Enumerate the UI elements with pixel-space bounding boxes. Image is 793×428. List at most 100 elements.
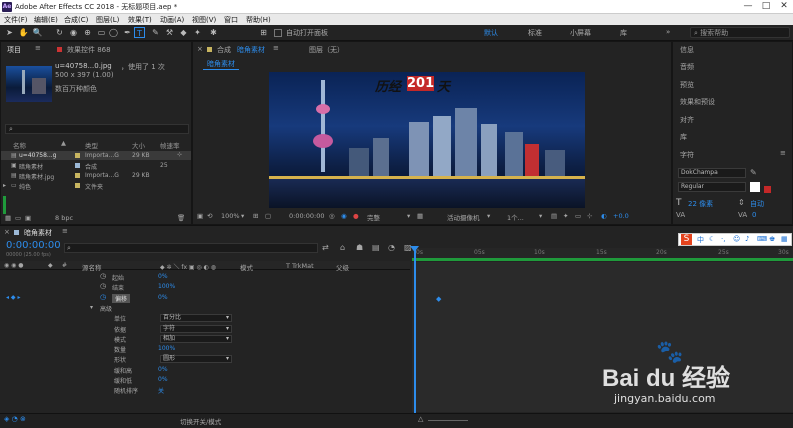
maximize-button[interactable]: □ bbox=[758, 1, 774, 11]
zoom-tool-icon[interactable]: 🔍 bbox=[32, 27, 43, 38]
rotate-tool-icon[interactable]: ↻ bbox=[54, 27, 65, 38]
panel-info[interactable]: 信息 bbox=[680, 45, 694, 55]
property-row[interactable]: 缓和高 0% bbox=[0, 365, 410, 375]
property-row[interactable]: ◷ 结束 100% bbox=[0, 282, 410, 292]
tab-timeline[interactable]: 暗角素材 bbox=[24, 228, 52, 238]
property-row[interactable]: 随机排序 关 bbox=[0, 385, 410, 395]
property-value[interactable]: 0% bbox=[158, 273, 168, 280]
menu-animation[interactable]: 动画(A) bbox=[160, 15, 184, 25]
text-tool-icon[interactable]: T bbox=[134, 27, 145, 38]
frame-blending-icon[interactable]: ▤ bbox=[372, 243, 380, 252]
auto-open-checkbox[interactable] bbox=[274, 29, 282, 37]
timeline-timecode[interactable]: 0:00:00:00 bbox=[6, 240, 61, 251]
ime-keyboard-icon[interactable]: ⌨ bbox=[757, 235, 767, 243]
clone-stamp-tool-icon[interactable]: ⚒ bbox=[164, 27, 175, 38]
mask-icon[interactable]: ▢ bbox=[265, 212, 271, 220]
always-preview-icon[interactable]: ▣ bbox=[197, 212, 203, 220]
breadcrumb[interactable]: 暗角素材 bbox=[203, 59, 239, 70]
property-select[interactable]: 相加 ▾ bbox=[160, 335, 232, 343]
overlay-text[interactable]: 天 bbox=[437, 76, 450, 95]
eyedropper-icon[interactable]: ✎ bbox=[750, 168, 757, 177]
panel-menu-icon[interactable]: ≡ bbox=[35, 44, 41, 52]
fill-color-swatch[interactable] bbox=[750, 182, 760, 192]
timeline-search-input[interactable]: ⌕ bbox=[64, 243, 318, 253]
help-search-input[interactable]: ⌕ 搜索帮助 bbox=[690, 27, 790, 38]
transparency-grid-icon[interactable]: ▦ bbox=[417, 212, 423, 220]
tab-composition[interactable]: 暗角素材 bbox=[237, 45, 265, 55]
menu-composition[interactable]: 合成(C) bbox=[64, 15, 88, 25]
panel-effects-presets[interactable]: 效果和预设 bbox=[680, 97, 715, 107]
project-search-input[interactable]: ⌕ bbox=[5, 124, 189, 134]
col-parent[interactable]: 父级 bbox=[336, 262, 349, 272]
col-trkmat[interactable]: T TrkMat bbox=[286, 262, 314, 270]
comp-flowchart-icon[interactable]: ⇄ bbox=[322, 243, 329, 252]
minimize-button[interactable]: — bbox=[740, 1, 756, 11]
resolution-select[interactable]: 完整 bbox=[367, 212, 380, 222]
timeline-icon[interactable]: ▭ bbox=[575, 212, 581, 220]
keyframe-icon[interactable]: ◆ bbox=[436, 295, 441, 303]
ellipse-tool-icon[interactable]: ◯ bbox=[108, 27, 119, 38]
grid-icon[interactable]: ⊞ bbox=[253, 212, 258, 220]
property-row[interactable]: 缓和低 0% bbox=[0, 375, 410, 385]
menu-edit[interactable]: 编辑(E) bbox=[34, 15, 58, 25]
panel-preview[interactable]: 预览 bbox=[680, 80, 694, 90]
font-style-select[interactable]: Regular bbox=[678, 182, 746, 192]
col-size[interactable]: 大小 bbox=[132, 140, 145, 150]
font-size-value[interactable]: 22 像素 bbox=[688, 199, 713, 209]
tracking-value[interactable]: 0 bbox=[752, 211, 756, 219]
exposure-value[interactable]: +0.0 bbox=[613, 212, 629, 220]
zoom-out-icon[interactable]: △ bbox=[418, 415, 423, 423]
col-mode[interactable]: 模式 bbox=[240, 262, 253, 272]
roto-brush-tool-icon[interactable]: ✦ bbox=[192, 27, 203, 38]
eraser-tool-icon[interactable]: ◆ bbox=[178, 27, 189, 38]
panel-audio[interactable]: 音频 bbox=[680, 62, 694, 72]
property-select[interactable]: 字符 ▾ bbox=[160, 325, 232, 333]
ime-punct-icon[interactable]: ·, bbox=[721, 235, 725, 243]
panel-close-icon[interactable]: × bbox=[197, 45, 203, 53]
panel-menu-icon[interactable]: ≡ bbox=[780, 149, 786, 157]
menu-layer[interactable]: 图层(L) bbox=[96, 15, 119, 25]
show-snapshot-icon[interactable]: ◉ bbox=[341, 212, 347, 220]
workspace-library[interactable]: 库 bbox=[620, 28, 627, 38]
property-row[interactable]: ◷ 起始 0% bbox=[0, 272, 410, 282]
col-rate[interactable]: 帧速率 bbox=[160, 140, 180, 150]
panel-library[interactable]: 库 bbox=[680, 132, 687, 142]
stopwatch-icon[interactable]: ◷ bbox=[100, 293, 106, 301]
stopwatch-icon[interactable]: ◷ bbox=[100, 282, 106, 290]
zoom-select[interactable]: 100% bbox=[221, 212, 240, 220]
property-row[interactable]: 单位 百分比 ▾ bbox=[0, 313, 410, 323]
puppet-tool-icon[interactable]: ✱ bbox=[208, 27, 219, 38]
property-value[interactable]: 100% bbox=[158, 283, 175, 290]
close-button[interactable]: ✕ bbox=[776, 1, 792, 11]
shy-layers-icon[interactable]: ☗ bbox=[356, 243, 363, 252]
workspace-standard[interactable]: 标准 bbox=[528, 28, 542, 38]
fast-preview-icon[interactable]: ✦ bbox=[563, 212, 568, 220]
exposure-icon[interactable]: ◐ bbox=[601, 212, 607, 220]
comp-timecode[interactable]: 0:00:00:00 bbox=[289, 212, 325, 220]
col-name[interactable]: 名称 bbox=[13, 140, 26, 150]
pen-tool-icon[interactable]: ✒ bbox=[122, 27, 133, 38]
tab-layer[interactable]: 图层（无） bbox=[309, 45, 344, 55]
ime-chinese-toggle[interactable]: 中 bbox=[697, 235, 704, 245]
font-family-select[interactable]: DokChampa bbox=[678, 168, 746, 178]
camera-select[interactable]: 活动摄像机 bbox=[447, 212, 480, 222]
ime-mic-icon[interactable]: ♪ bbox=[745, 235, 749, 243]
menu-effect[interactable]: 效果(T) bbox=[128, 15, 152, 25]
keyframe-navigator-icon[interactable]: ◂ ◆ ▸ bbox=[6, 294, 20, 301]
property-value[interactable]: 0% bbox=[158, 376, 168, 383]
rectangle-tool-icon[interactable]: ▭ bbox=[96, 27, 107, 38]
new-folder-icon[interactable]: ▭ bbox=[15, 214, 21, 222]
snapshot-icon[interactable]: ◎ bbox=[329, 212, 335, 220]
property-row[interactable]: 模式 相加 ▾ bbox=[0, 334, 410, 344]
property-row[interactable]: 形状 圆形 ▾ bbox=[0, 354, 410, 364]
toggle-switches-modes[interactable]: 切换开关/模式 bbox=[180, 416, 221, 426]
panel-character[interactable]: 字符 bbox=[680, 150, 694, 160]
stopwatch-icon[interactable]: ◷ bbox=[100, 272, 106, 280]
composition-viewer[interactable]: 历经 201 天 bbox=[269, 72, 585, 208]
panel-align[interactable]: 对齐 bbox=[680, 115, 694, 125]
motion-blur-icon[interactable]: ◔ bbox=[388, 243, 395, 252]
property-row[interactable]: ▾ 高级 bbox=[0, 303, 410, 313]
tab-project[interactable]: 项目 bbox=[7, 45, 21, 55]
brush-tool-icon[interactable]: ✎ bbox=[150, 27, 161, 38]
ime-skin-icon[interactable]: ♚ bbox=[769, 235, 775, 243]
